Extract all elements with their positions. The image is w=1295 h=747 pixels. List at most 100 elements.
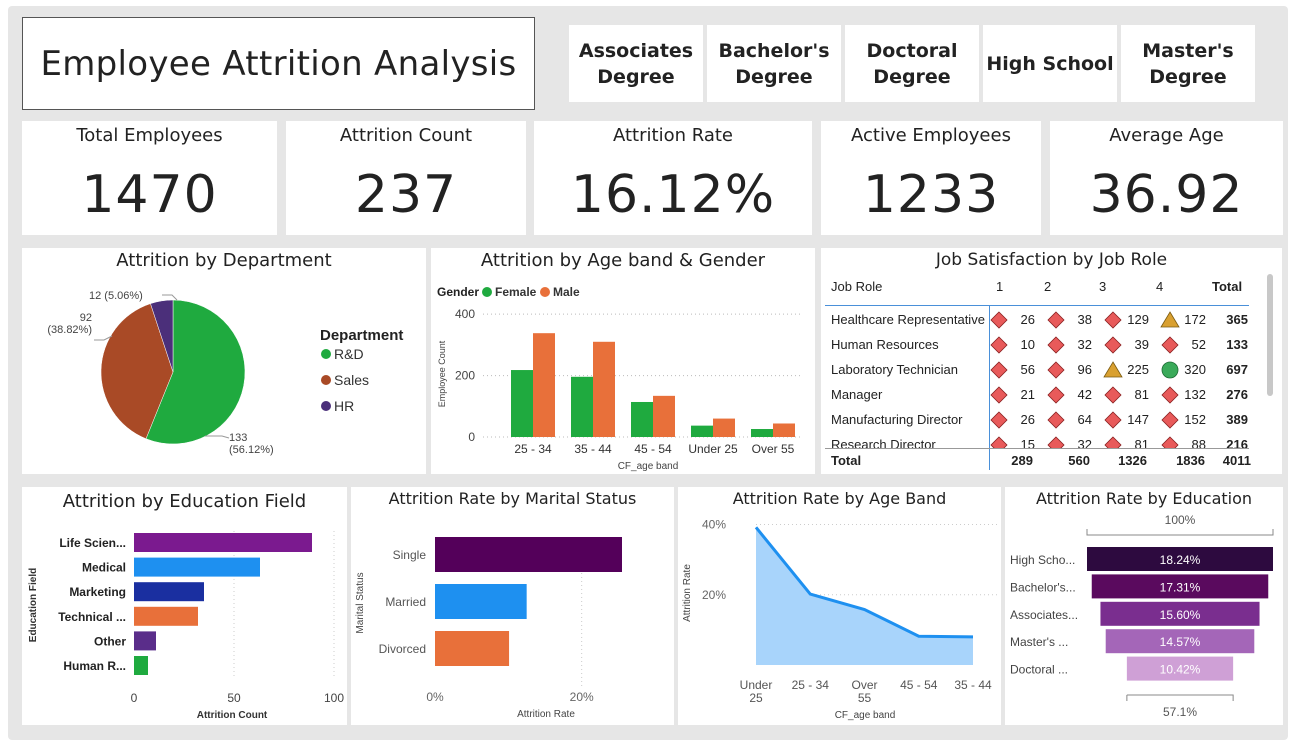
data-label: 14.57% — [1160, 635, 1201, 649]
vertical-scrollbar[interactable] — [1267, 274, 1273, 396]
cell-value: 81 — [1135, 387, 1149, 402]
age-band-rate-chart: Attrition Rate CF_age band 40% 20% Under 25… — [682, 518, 998, 721]
bar-male — [653, 395, 675, 437]
area-fill — [756, 527, 973, 665]
cell-value: 81 — [1135, 437, 1149, 448]
red-diamond-icon — [1161, 386, 1179, 404]
age-band-rate-visual[interactable]: Attrition Rate by Age Band Attrition Rat… — [678, 487, 1001, 725]
red-diamond-icon — [990, 386, 1008, 404]
cell-value: 152 — [1184, 412, 1206, 427]
y-tick-label: Medical — [82, 561, 126, 575]
y-tick-label: Married — [385, 595, 426, 609]
header-col-4[interactable]: 4 — [1156, 279, 1163, 294]
red-diamond-icon — [1047, 336, 1065, 354]
cell-value: 129 — [1127, 312, 1149, 327]
x-tick-label: 0% — [426, 690, 444, 704]
bar-female — [751, 429, 773, 437]
row-job-role: Manufacturing Director — [831, 412, 963, 427]
header-col-3[interactable]: 3 — [1099, 279, 1106, 294]
education-field-visual[interactable]: Attrition by Education Field Education F… — [22, 487, 347, 725]
cell-value: 225 — [1127, 362, 1149, 377]
cell-value: 88 — [1192, 437, 1206, 448]
row-total: 276 — [1226, 387, 1248, 402]
red-diamond-icon — [1047, 361, 1065, 379]
x-tick-label: 25 - 34 — [792, 678, 830, 692]
bar — [134, 606, 198, 626]
marital-status-visual[interactable]: Attrition Rate by Marital Status Marital… — [351, 487, 674, 725]
header-col-1[interactable]: 1 — [996, 279, 1003, 294]
cell-value: 26 — [1021, 312, 1035, 327]
row-job-role: Laboratory Technician — [831, 362, 958, 377]
bar — [134, 631, 156, 651]
funnel-bottom-label: 57.1% — [1163, 705, 1197, 719]
category-label: High Scho... — [1010, 553, 1075, 567]
total-col-2: 560 — [1068, 453, 1090, 468]
legend-item-hr: HR — [334, 398, 354, 414]
header-divider — [825, 305, 1249, 306]
row-total: 216 — [1226, 437, 1248, 448]
total-col-4: 1836 — [1176, 453, 1205, 468]
kpi-value: 1470 — [81, 165, 218, 225]
legend-marker — [540, 287, 550, 297]
age-gender-visual[interactable]: Attrition by Age band & Gender Gender Em… — [431, 248, 815, 474]
header-job-role[interactable]: Job Role — [831, 279, 882, 294]
kpi-title: Active Employees — [851, 125, 1011, 146]
slicer-associates-degree[interactable]: Associates Degree — [569, 25, 703, 102]
leader-line — [205, 435, 230, 439]
row-job-role: Human Resources — [831, 337, 939, 352]
x-tick-label: 45 - 54 — [900, 678, 938, 692]
red-diamond-icon — [990, 311, 1008, 329]
dept-pie-visual[interactable]: Attrition by Department Department 133 (5… — [22, 248, 426, 474]
legend-title: Department — [320, 327, 403, 344]
category-label: Associates... — [1010, 608, 1078, 622]
slicer-bachelors-degree[interactable]: Bachelor's Degree — [707, 25, 841, 102]
legend-item-sales: Sales — [334, 372, 369, 388]
x-tick-label: Over 55 — [851, 678, 877, 705]
y-tick-label: 0 — [468, 430, 475, 444]
slicer-doctoral-degree[interactable]: Doctoral Degree — [845, 25, 979, 102]
bar-male — [593, 341, 615, 437]
y-axis-label: Attrition Rate — [682, 564, 693, 622]
funnel-bottom-bracket — [1126, 694, 1234, 701]
row-job-role: Manager — [831, 387, 883, 402]
x-axis-label: Attrition Rate — [517, 709, 575, 720]
x-tick-label: 0 — [131, 691, 138, 705]
x-axis-label: Attrition Count — [197, 710, 268, 721]
bar-male — [713, 418, 735, 437]
red-diamond-icon — [1047, 386, 1065, 404]
cell-value: 320 — [1184, 362, 1206, 377]
header-total[interactable]: Total — [1212, 279, 1242, 294]
y-axis-label: Education Field — [28, 568, 39, 642]
x-tick-label: Under 25 — [688, 442, 738, 456]
visual-title: Job Satisfaction by Job Role — [935, 250, 1168, 270]
red-diamond-icon — [1047, 436, 1065, 448]
y-tick-label: Other — [94, 634, 126, 648]
cell-value: 56 — [1021, 362, 1035, 377]
row-total: 389 — [1226, 412, 1248, 427]
bar-male — [533, 333, 555, 437]
legend-marker — [482, 287, 492, 297]
data-label-hr: 12 (5.06%) — [89, 290, 143, 302]
data-label-rnd: 133 (56.12%) — [229, 432, 274, 456]
legend-item-female: Female — [495, 285, 537, 299]
leader-line — [162, 294, 178, 301]
kpi-value: 16.12% — [570, 165, 776, 225]
red-diamond-icon — [990, 411, 1008, 429]
table-rows: Healthcare Representative 26 38 129 172 365 Hu… — [831, 311, 1248, 448]
job-satisfaction-matrix[interactable]: Job Satisfaction by Job Role Job Role 1 … — [821, 248, 1282, 474]
x-tick-label: 25 - 34 — [514, 442, 552, 456]
total-grand: 4011 — [1222, 453, 1251, 468]
bar-female — [511, 370, 533, 437]
x-tick-label: 35 - 44 — [574, 442, 612, 456]
legend-title: Gender — [437, 285, 479, 299]
y-tick-label: Divorced — [379, 642, 426, 656]
slicer-high-school[interactable]: High School — [983, 25, 1117, 102]
header-col-2[interactable]: 2 — [1044, 279, 1051, 294]
slicer-masters-degree[interactable]: Master's Degree — [1121, 25, 1255, 102]
legend-item-male: Male — [553, 285, 580, 299]
legend-marker — [321, 401, 331, 411]
education-rate-visual[interactable]: Attrition Rate by Education 100% 57.1% 1… — [1005, 487, 1283, 725]
marital-status-chart: Marital Status Attrition Rate 0% 20% Singl… — [355, 537, 622, 720]
red-diamond-icon — [990, 436, 1008, 448]
kpi-title: Attrition Count — [339, 125, 473, 146]
